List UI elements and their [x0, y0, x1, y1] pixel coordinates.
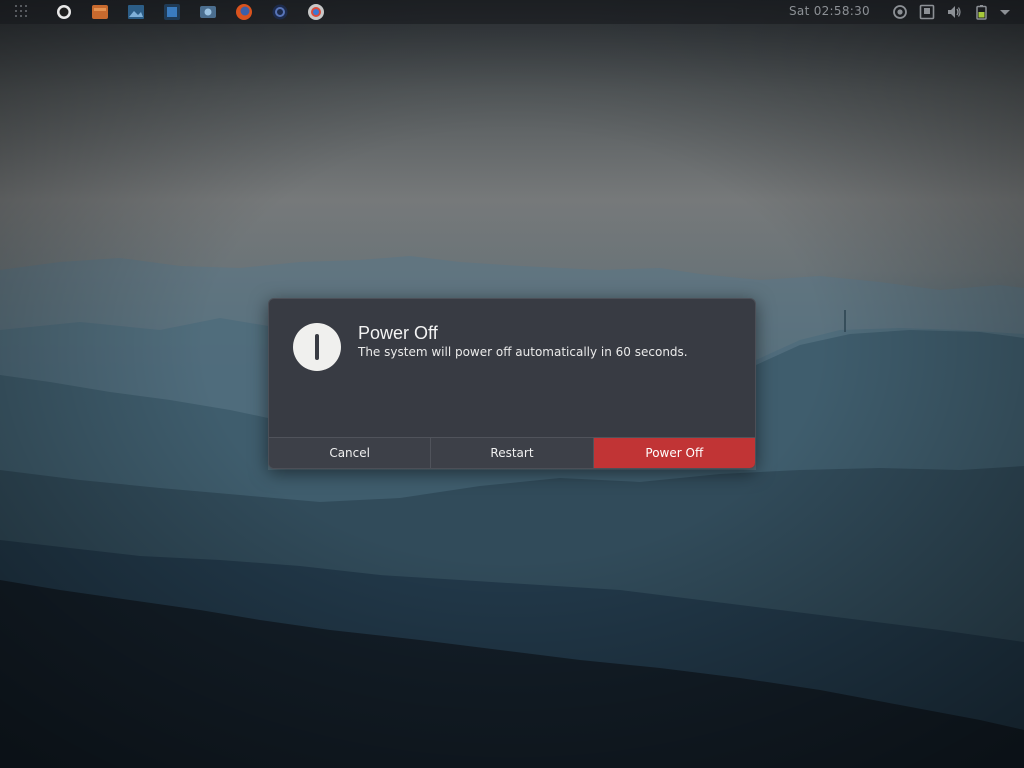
power-icon-bar [315, 334, 319, 360]
dialog-button-row: Cancel Restart Power Off [269, 437, 755, 468]
power-icon [293, 323, 341, 371]
desktop: Sat 02:58:30 Power Off The system will p… [0, 0, 1024, 768]
power-off-button[interactable]: Power Off [592, 438, 755, 468]
dialog-title: Power Off [358, 323, 438, 343]
chrome-icon[interactable] [307, 3, 325, 21]
firefox-icon[interactable] [235, 3, 253, 21]
cancel-button[interactable]: Cancel [269, 438, 431, 468]
battery-icon[interactable] [973, 4, 989, 20]
chevron-down-icon[interactable] [997, 4, 1013, 20]
photos-icon[interactable] [199, 3, 217, 21]
restart-button[interactable]: Restart [430, 438, 593, 468]
volume-icon[interactable] [946, 4, 962, 20]
files-icon[interactable] [91, 3, 109, 21]
apps-grid-icon[interactable] [15, 5, 29, 19]
app-icon-4[interactable] [163, 3, 181, 21]
top-panel: Sat 02:58:30 [0, 0, 1024, 24]
dialog-message: The system will power off automatically … [358, 345, 688, 359]
image-viewer-icon[interactable] [127, 3, 145, 21]
power-off-dialog: Power Off The system will power off auto… [268, 298, 756, 469]
clock[interactable]: Sat 02:58:30 [789, 4, 870, 18]
app-icon-1[interactable] [55, 3, 73, 21]
app-icon-7[interactable] [271, 3, 289, 21]
record-icon[interactable] [892, 4, 908, 20]
network-icon[interactable] [919, 4, 935, 20]
